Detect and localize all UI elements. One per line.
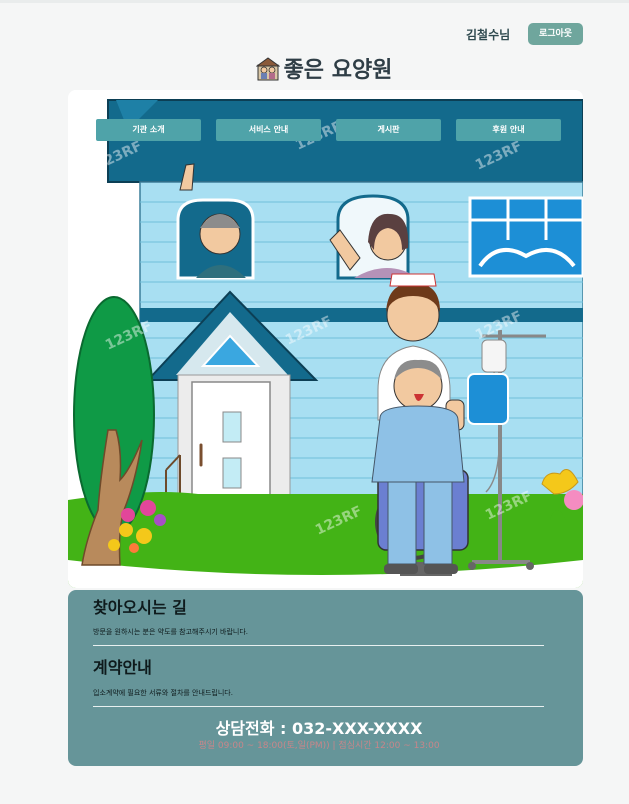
nursing-home-illustration: 123RF 123RF 123RF 123RF 123RF 123RF 123R… [68,90,583,588]
logout-button[interactable]: 로그아웃 [528,23,583,45]
contract-title[interactable]: 계약안내 [93,654,152,678]
directions-description: 방문을 원하시는 분은 약도를 참고해주시기 바랍니다. [93,628,249,636]
divider [93,706,544,707]
page-title: 좋은 요양원 [0,52,629,87]
directions-title[interactable]: 찾아오시는 길 [93,594,187,618]
nursing-home-icon [255,57,281,87]
top-border [0,0,629,3]
tab-services[interactable]: 서비스 안내 [216,119,321,141]
site-title-text: 좋은 요양원 [283,58,393,83]
consultation-phone: 상담전화 : 032-XXX-XXXX [215,719,423,738]
tab-about[interactable]: 기관 소개 [96,119,201,141]
contract-description: 입소계약에 필요한 서류와 절차를 안내드립니다. [93,689,233,697]
divider [93,645,544,646]
tab-donation[interactable]: 후원 안내 [456,119,561,141]
tab-board[interactable]: 게시판 [336,119,441,141]
business-hours: 평일 09:00 ~ 18:00(토,일(PM)) | 점심시간 12:00 ~… [198,741,440,751]
user-name: 김철수님 [466,28,511,42]
info-panel: 찾아오시는 길 방문을 원하시는 분은 약도를 참고해주시기 바랍니다. 계약안… [68,590,583,766]
hero-banner: 123RF 123RF 123RF 123RF 123RF 123RF 123R… [68,90,583,588]
